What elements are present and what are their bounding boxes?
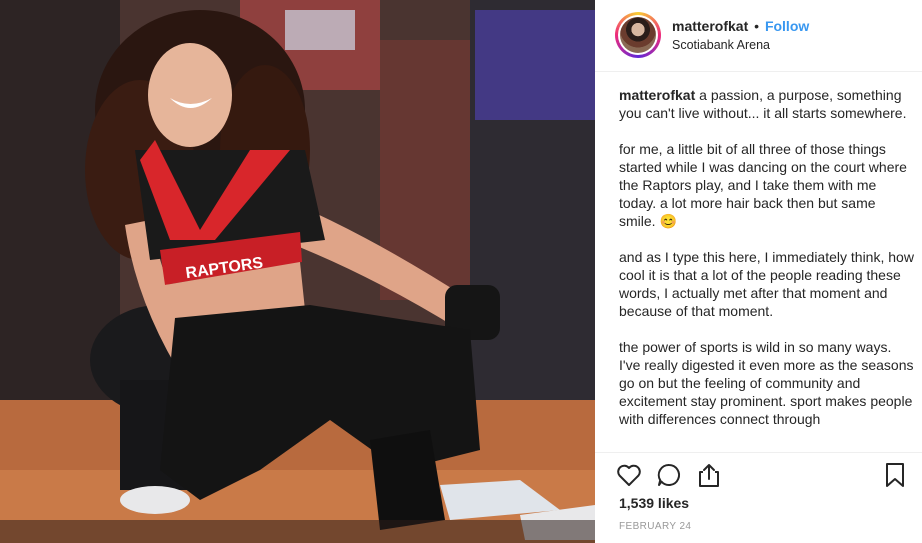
caption-paragraph: for me, a little bit of all three of tho… (619, 141, 907, 229)
caption: matterofkat a passion, a purpose, someth… (619, 86, 915, 451)
location-link[interactable]: Scotiabank Arena (672, 38, 770, 52)
heart-icon (617, 464, 641, 486)
avatar[interactable] (615, 12, 661, 58)
post-date: FEBRUARY 24 (619, 521, 692, 532)
bookmark-icon (886, 463, 904, 487)
save-button[interactable] (881, 461, 909, 489)
photo-illustration: RAPTORS (0, 0, 595, 543)
follow-button[interactable]: Follow (765, 18, 809, 34)
comment-icon (657, 463, 680, 486)
likes-count[interactable]: 1,539 likes (619, 495, 689, 511)
username-link[interactable]: matterofkat (672, 18, 748, 34)
avatar-image (620, 17, 656, 53)
post-photo[interactable]: RAPTORS (0, 0, 595, 543)
share-button[interactable] (695, 461, 723, 489)
avatar-frame (618, 15, 658, 55)
actions-bar: 1,539 likes FEBRUARY 24 (595, 452, 922, 543)
like-button[interactable] (615, 461, 643, 489)
caption-paragraph: and as I type this here, I immediately t… (619, 249, 914, 319)
caption-paragraph: matterofkat a passion, a purpose, someth… (619, 86, 915, 122)
caption-username[interactable]: matterofkat (619, 87, 695, 103)
caption-paragraph: the power of sports is wild in so many w… (619, 339, 914, 427)
share-icon (699, 464, 719, 487)
username-row: matterofkat • Follow (672, 18, 809, 34)
post-header: matterofkat • Follow Scotiabank Arena (595, 0, 922, 72)
separator-dot: • (754, 18, 760, 34)
comment-button[interactable] (655, 461, 683, 489)
post-sidebar: matterofkat • Follow Scotiabank Arena ma… (595, 0, 922, 543)
